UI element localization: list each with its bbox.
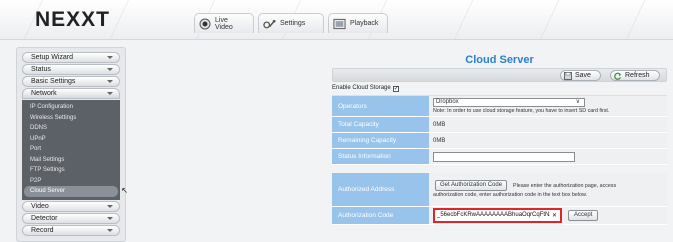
sidebar-subitem-upnp[interactable]: UPnP [22, 134, 120, 145]
sidebar: Setup Wizard Status Basic Settings Netwo… [16, 47, 128, 242]
refresh-icon [614, 72, 622, 80]
tab-live-video[interactable]: Live Video [194, 13, 254, 33]
gear-icon [263, 17, 276, 30]
main-content: Cloud Server Save Refresh Enable Cloud S… [332, 52, 667, 242]
chevron-down-icon [107, 92, 113, 95]
sidebar-item-label: Detector [31, 214, 58, 222]
chevron-down-icon [107, 68, 113, 71]
sidebar-subitem-ddns[interactable]: DDNS [22, 123, 120, 134]
operators-label: Operators [332, 96, 429, 116]
status-information-label: Status Information [332, 149, 429, 164]
sidebar-item-detector[interactable]: Detector [22, 212, 120, 224]
brand-logo: NEXXT [35, 8, 111, 31]
form-row-operators: Operators Dropbox ∨ Note: In order to us… [332, 96, 667, 117]
form-row-total-capacity: Total Capacity 0MB [332, 117, 667, 133]
sidebar-subitem-wireless-settings[interactable]: Wireless Settings [22, 113, 120, 124]
chevron-down-icon: ∨ [575, 99, 580, 105]
auth-instructions-line1: Please enter the authorization page, acc… [513, 182, 617, 189]
clear-icon[interactable]: ✕ [550, 212, 559, 219]
chevron-down-icon [107, 204, 113, 208]
tab-label: Playback [350, 20, 379, 27]
sidebar-subitem-port[interactable]: Port [22, 144, 120, 155]
operators-value-cell: Dropbox ∨ Note: In order to use cloud st… [429, 96, 667, 116]
tab-label: Live Video [215, 16, 233, 31]
total-capacity-value: 0MB [429, 117, 667, 132]
sidebar-item-basic-settings[interactable]: Basic Settings [22, 76, 120, 87]
remaining-capacity-label: Remaining Capacity [332, 133, 429, 148]
cloud-form: Operators Dropbox ∨ Note: In order to us… [332, 95, 667, 225]
sidebar-item-status[interactable]: Status [22, 64, 120, 75]
authorized-address-label: Authorized Address [332, 173, 429, 206]
sidebar-subitem-p2p[interactable]: P2P [22, 176, 120, 187]
tab-settings[interactable]: Settings [258, 13, 324, 33]
operators-select[interactable]: Dropbox ∨ [433, 98, 585, 107]
chevron-down-icon [107, 80, 113, 83]
film-icon [333, 17, 346, 30]
save-icon [564, 72, 572, 80]
authorization-code-input[interactable]: _56ecbFcKRwAAAAAAAABhuaOqrCqFtN3Z [436, 211, 550, 220]
refresh-button[interactable]: Refresh [610, 70, 660, 81]
network-submenu: IP Configuration Wireless Settings DDNS … [22, 100, 128, 200]
sidebar-item-label: Basic Settings [31, 78, 76, 85]
operators-note: Note: In order to use cloud storage feat… [433, 108, 610, 114]
authorization-code-label: Authorization Code [332, 207, 429, 224]
accept-button[interactable]: Accept [568, 210, 599, 221]
operators-selected-value: Dropbox [436, 99, 459, 105]
get-authorization-code-button[interactable]: Get Authorization Code [435, 180, 508, 191]
refresh-label: Refresh [625, 72, 650, 79]
form-spacer [332, 165, 667, 173]
sidebar-item-label: Status [31, 66, 51, 73]
chevron-down-icon [107, 228, 113, 232]
sidebar-item-record[interactable]: Record [22, 224, 120, 236]
sidebar-item-setup-wizard[interactable]: Setup Wizard [22, 52, 120, 63]
sidebar-item-label: Setup Wizard [31, 54, 74, 61]
enable-cloud-storage-row: Enable Cloud Storage ✓ [332, 82, 667, 95]
sidebar-item-network[interactable]: Network [22, 88, 120, 99]
sidebar-subitem-ip-configuration[interactable]: IP Configuration [22, 102, 120, 113]
status-information-cell [429, 149, 667, 164]
camera-icon [199, 17, 211, 30]
save-label: Save [575, 72, 591, 79]
mouse-cursor-icon: ↖ [121, 186, 128, 195]
chevron-down-icon [107, 216, 113, 220]
form-row-authorization-code: Authorization Code _56ecbFcKRwAAAAAAAABh… [332, 207, 667, 225]
form-row-remaining-capacity: Remaining Capacity 0MB [332, 133, 667, 149]
sidebar-subitem-cloud-server[interactable]: Cloud Server ↖ [24, 186, 128, 197]
remaining-capacity-value: 0MB [429, 133, 667, 148]
form-row-status-information: Status Information [332, 149, 667, 165]
sidebar-item-label: Video [31, 202, 49, 210]
authorization-code-highlight: _56ecbFcKRwAAAAAAAABhuaOqrCqFtN3Z ✕ [433, 208, 563, 223]
status-information-field [433, 151, 575, 162]
app-header: NEXXT Live Video Settings Playback [0, 0, 673, 40]
sidebar-item-video[interactable]: Video [22, 200, 120, 212]
tab-label: Settings [280, 20, 306, 27]
sidebar-item-label: Record [31, 226, 54, 234]
save-button[interactable]: Save [560, 70, 601, 81]
form-row-authorized-address: Authorized Address Get Authorization Cod… [332, 173, 667, 207]
sidebar-subitem-mail-settings[interactable]: Mail Settings [22, 155, 120, 166]
authorized-address-cell: Get Authorization Code Please enter the … [429, 173, 667, 206]
tab-playback[interactable]: Playback [328, 13, 388, 33]
enable-cloud-storage-checkbox[interactable]: ✓ [392, 85, 399, 92]
sidebar-item-label: Cloud Server [30, 188, 66, 194]
enable-cloud-storage-label: Enable Cloud Storage [332, 85, 391, 91]
sidebar-item-label: Network [31, 90, 57, 97]
chevron-down-icon [107, 56, 113, 59]
sidebar-subitem-ftp-settings[interactable]: FTP Settings [22, 165, 120, 176]
action-bar: Save Refresh [332, 68, 667, 82]
total-capacity-label: Total Capacity [332, 117, 429, 132]
page-title: Cloud Server [465, 54, 534, 66]
authorization-code-cell: _56ecbFcKRwAAAAAAAABhuaOqrCqFtN3Z ✕ Acce… [429, 207, 667, 224]
auth-instructions-line2: authorization code, enter authorization … [433, 192, 588, 198]
